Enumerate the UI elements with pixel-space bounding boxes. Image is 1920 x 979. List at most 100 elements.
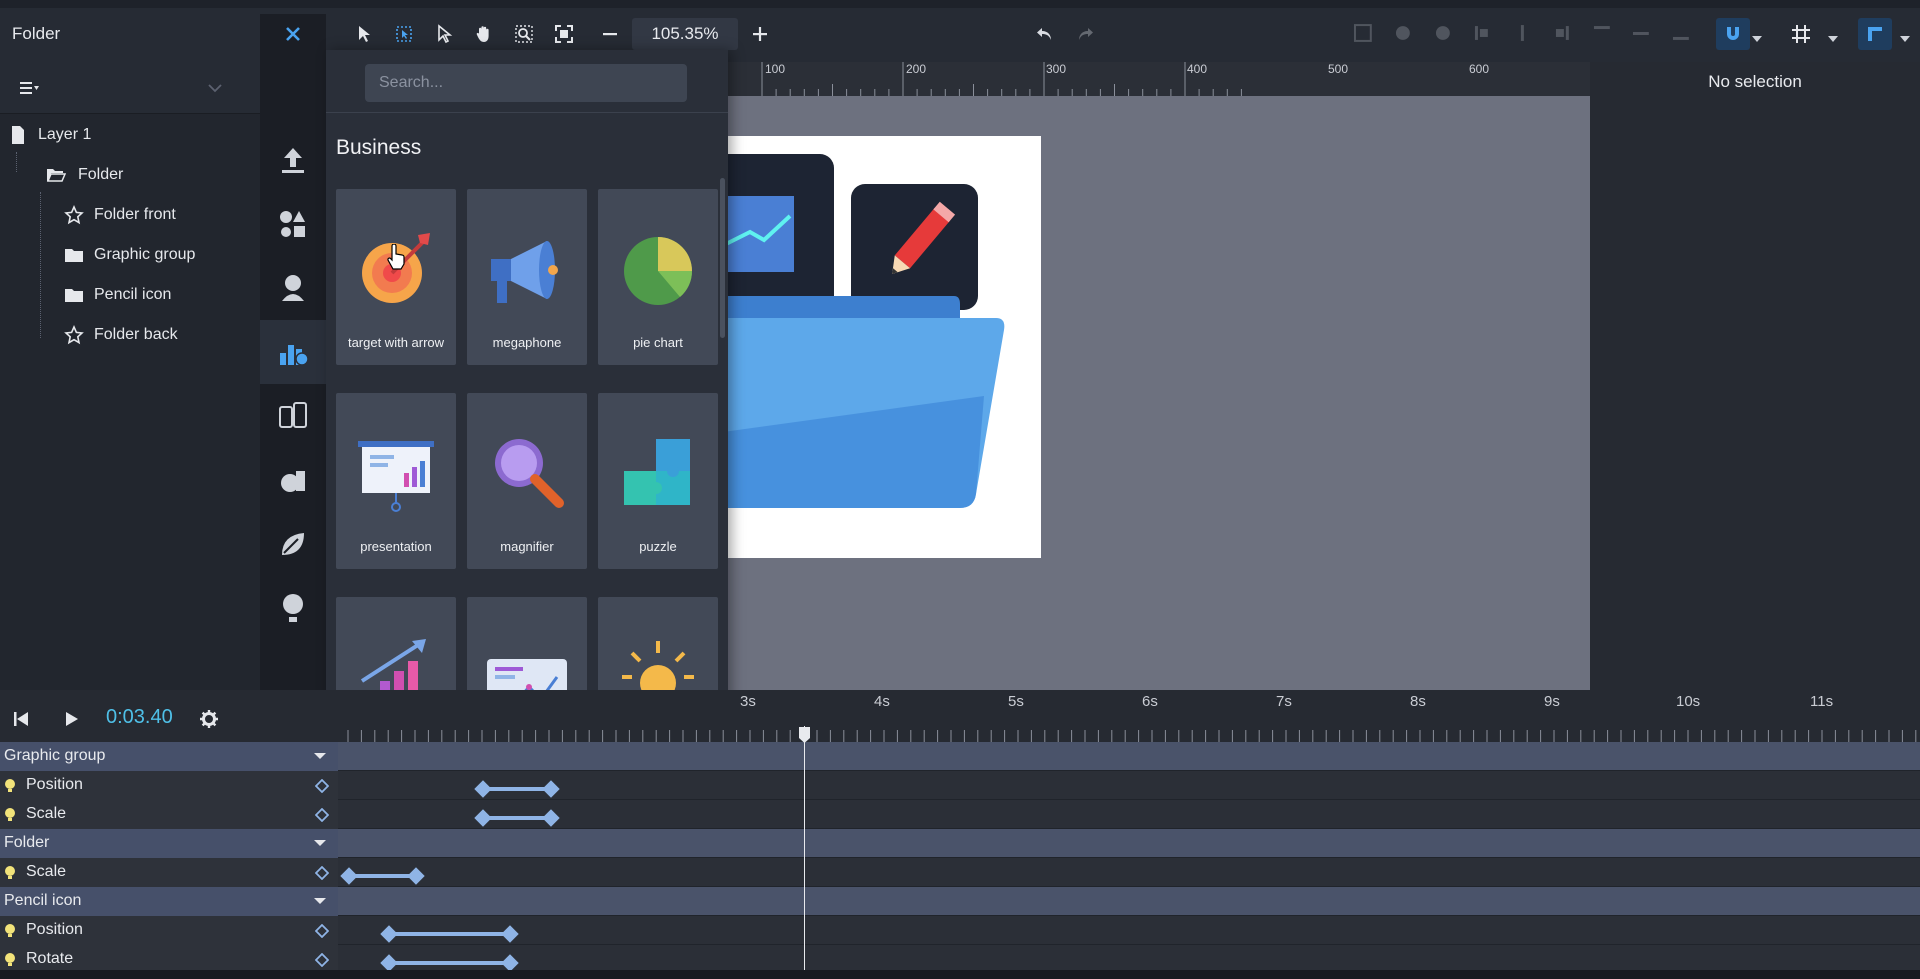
keyframe-toggle-icon[interactable]: [315, 924, 329, 938]
playhead-handle[interactable]: [798, 726, 811, 744]
lightbulb-icon[interactable]: [4, 952, 16, 968]
presentation-icon: [358, 441, 434, 512]
keyframe-span-pencil-rotate[interactable]: [380, 954, 519, 972]
play-button[interactable]: [56, 704, 86, 734]
rail-business[interactable]: [260, 320, 326, 384]
asset-tile-megaphone[interactable]: megaphone: [467, 189, 587, 365]
track-label: Rotate: [26, 950, 74, 967]
keyframe-span-graphic-position[interactable]: [474, 780, 560, 798]
keyframe-toggle-icon[interactable]: [315, 808, 329, 822]
asset-tile-puzzle[interactable]: puzzle: [598, 393, 718, 569]
align-right-icon: [1555, 26, 1569, 40]
asset-tile-label: pie chart: [633, 335, 683, 350]
chevron-down-icon[interactable]: [314, 752, 326, 760]
zoom-out-button[interactable]: [595, 19, 625, 49]
grid-icon: [1792, 25, 1810, 43]
track-label: Pencil icon: [4, 892, 82, 909]
chevron-down-icon[interactable]: [314, 897, 326, 905]
asset-tile-label: puzzle: [639, 539, 677, 554]
keyframe-toggle-icon[interactable]: [315, 779, 329, 793]
redo-icon: [1079, 28, 1093, 40]
zoom-in-button[interactable]: [745, 19, 775, 49]
library-scrollbar[interactable]: [720, 178, 725, 338]
transform-tool-button[interactable]: [389, 19, 419, 49]
group-icon: [1353, 24, 1372, 42]
layer-row-graphic-group[interactable]: Graphic group: [64, 235, 195, 275]
pan-tool-button[interactable]: [469, 19, 499, 49]
ruler-toggle-button[interactable]: [1858, 18, 1892, 50]
rail-nature[interactable]: [260, 512, 326, 576]
business-chart-icon: [280, 345, 309, 366]
zoom-level-field[interactable]: 105.35%: [632, 18, 738, 50]
lightbulb-icon[interactable]: [4, 865, 16, 881]
document-icon: [12, 126, 24, 144]
apple-icon: [281, 471, 305, 492]
document-title: Folder: [12, 24, 61, 43]
ruler-mark: 100: [765, 62, 786, 76]
keyframe-span-pencil-position[interactable]: [380, 925, 519, 943]
library-search-input[interactable]: [365, 64, 687, 102]
rail-devices[interactable]: [260, 384, 326, 448]
asset-tile-label: target with arrow: [347, 335, 445, 350]
keyframe-span-graphic-scale[interactable]: [474, 809, 560, 827]
asset-tile-pie-chart[interactable]: pie chart: [598, 189, 718, 365]
asset-tile-magnifier[interactable]: magnifier: [467, 393, 587, 569]
lightbulb-icon[interactable]: [4, 923, 16, 939]
node-pointer-icon: [438, 24, 453, 44]
lightbulb-icon[interactable]: [4, 778, 16, 794]
grid-toggle-button[interactable]: [1786, 19, 1816, 49]
grid-dropdown-chevron[interactable]: [1828, 30, 1838, 48]
layer-row-folder-back[interactable]: Folder back: [64, 315, 178, 355]
chevron-down-icon[interactable]: [314, 839, 326, 847]
close-library-button[interactable]: [278, 19, 308, 49]
pie-chart-icon: [624, 237, 693, 305]
timeline-settings-button[interactable]: [194, 704, 224, 734]
star-outline-icon: [64, 205, 84, 225]
align-middle-icon: [1633, 32, 1650, 35]
playhead-line[interactable]: [804, 726, 805, 979]
time-mark: 8s: [1410, 693, 1426, 710]
zoom-tool-button[interactable]: [509, 19, 539, 49]
redo-button[interactable]: [1070, 19, 1100, 49]
layer-label: Graphic group: [94, 246, 196, 263]
asset-tile-target-with-arrow[interactable]: target with arrow: [336, 189, 456, 365]
layers-collapse-chevron[interactable]: [207, 80, 223, 98]
gear-icon: [200, 710, 218, 728]
fit-screen-button[interactable]: [549, 19, 579, 49]
rewind-button[interactable]: [6, 704, 36, 734]
snap-dropdown-chevron[interactable]: [1752, 30, 1762, 48]
keyframe-toggle-icon[interactable]: [315, 953, 329, 967]
layer-row-folder[interactable]: Folder: [44, 155, 123, 195]
rail-characters[interactable]: [260, 256, 326, 320]
track-label: Scale: [26, 805, 67, 822]
boolean-icon: [1395, 26, 1410, 40]
layer-row-pencil-icon[interactable]: Pencil icon: [64, 275, 171, 315]
align-bottom-icon: [1673, 36, 1690, 40]
rail-travel[interactable]: [260, 576, 326, 640]
lightbulb-icon[interactable]: [4, 807, 16, 823]
ruler-dropdown-chevron[interactable]: [1900, 30, 1910, 48]
keyframe-toggle-icon[interactable]: [315, 866, 329, 880]
rail-food[interactable]: [260, 448, 326, 512]
layer-row-layer-1[interactable]: Layer 1: [8, 115, 91, 155]
select-tool-button[interactable]: [349, 19, 379, 49]
upload-icon: [282, 148, 304, 173]
layer-label: Folder: [78, 166, 124, 183]
current-time-display: 0:03.40: [106, 706, 173, 728]
direct-select-button[interactable]: [429, 19, 459, 49]
keyframe-span-folder-scale[interactable]: [340, 867, 425, 885]
asset-tile-presentation[interactable]: presentation: [336, 393, 456, 569]
pointer-icon: [359, 26, 370, 42]
layers-menu-button[interactable]: [20, 80, 40, 101]
ruler-mark: 600: [1469, 62, 1490, 76]
layer-row-folder-front[interactable]: Folder front: [64, 195, 176, 235]
rail-shapes[interactable]: [260, 192, 326, 256]
snap-toggle-button[interactable]: [1716, 18, 1750, 50]
track-label: Position: [26, 776, 83, 793]
undo-button[interactable]: [1030, 19, 1060, 49]
folder-open-icon: [46, 169, 67, 182]
rail-upload[interactable]: [260, 128, 326, 192]
tree-connector: [40, 192, 41, 338]
properties-title: No selection: [1708, 72, 1802, 91]
magnifier-icon: [495, 439, 564, 508]
